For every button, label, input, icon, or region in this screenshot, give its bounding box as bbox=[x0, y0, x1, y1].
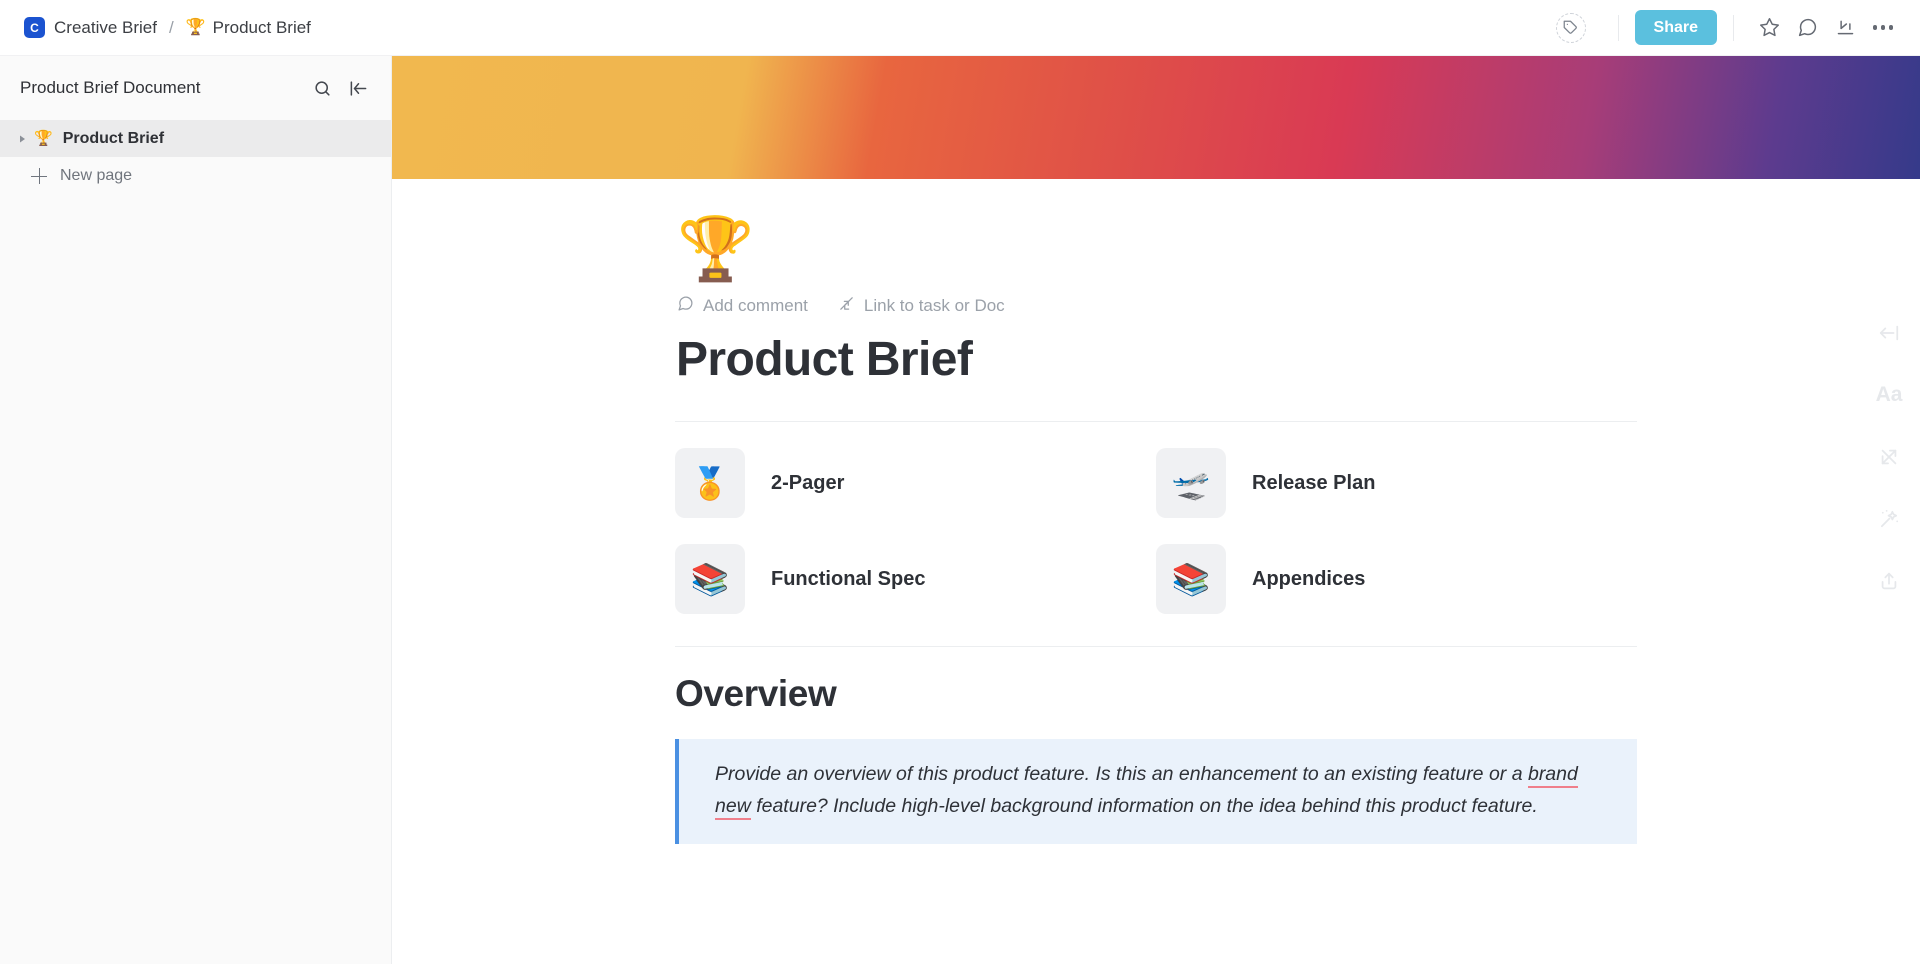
star-icon[interactable] bbox=[1750, 9, 1788, 47]
books-icon: 📚 bbox=[675, 544, 745, 615]
card-label: 2-Pager bbox=[771, 471, 845, 494]
document-action-row: Add comment Link to task or Doc bbox=[677, 295, 1637, 317]
add-comment-label: Add comment bbox=[703, 296, 808, 315]
trophy-icon: 🏆 bbox=[185, 18, 206, 36]
overview-callout[interactable]: Provide an overview of this product feat… bbox=[675, 739, 1637, 845]
link-to-task-button[interactable]: Link to task or Doc bbox=[838, 295, 1005, 317]
sidebar-title: Product Brief Document bbox=[20, 78, 201, 97]
divider bbox=[1617, 14, 1619, 41]
card-release-plan[interactable]: 🛫 Release Plan bbox=[1156, 448, 1637, 519]
medal-icon: 🏅 bbox=[675, 448, 745, 519]
trophy-icon: 🏆 bbox=[34, 130, 53, 147]
airplane-departure-icon: 🛫 bbox=[1156, 448, 1226, 519]
relationships-icon[interactable] bbox=[1876, 444, 1902, 470]
more-options-icon[interactable] bbox=[1864, 9, 1902, 47]
overview-callout-text: Provide an overview of this product feat… bbox=[715, 759, 1611, 822]
sidebar-item-label: Product Brief bbox=[62, 129, 165, 147]
breadcrumb-page[interactable]: 🏆 Product Brief bbox=[186, 18, 311, 38]
expand-width-icon[interactable] bbox=[1876, 320, 1902, 346]
ai-magic-wand-icon[interactable] bbox=[1876, 506, 1902, 532]
new-page-button[interactable]: New page bbox=[0, 157, 391, 195]
plus-icon bbox=[31, 168, 47, 184]
typography-icon[interactable]: Aa bbox=[1875, 382, 1903, 408]
divider bbox=[1733, 14, 1734, 41]
link-to-task-label: Link to task or Doc bbox=[863, 296, 1005, 315]
document-area: 🏆 Add comment Link to task or Doc Produc… bbox=[392, 56, 1920, 964]
breadcrumb-separator: / bbox=[168, 17, 174, 37]
collapse-sidebar-icon[interactable] bbox=[347, 77, 369, 99]
callout-text-part2: feature? Include high-level background i… bbox=[750, 794, 1538, 817]
more-options-dots bbox=[1872, 25, 1894, 30]
card-label: Functional Spec bbox=[771, 567, 926, 590]
sidebar-header: Product Brief Document bbox=[0, 56, 391, 120]
sidebar-header-actions bbox=[311, 77, 369, 99]
document-cover-emoji[interactable]: 🏆 bbox=[677, 219, 1637, 281]
share-button[interactable]: Share bbox=[1634, 9, 1717, 46]
page-title[interactable]: Product Brief bbox=[676, 332, 1637, 387]
divider bbox=[675, 646, 1637, 648]
document-cover-banner[interactable] bbox=[392, 56, 1920, 179]
books-icon: 📚 bbox=[1156, 544, 1226, 615]
document-body: 🏆 Add comment Link to task or Doc Produc… bbox=[675, 179, 1637, 845]
card-label: Release Plan bbox=[1252, 471, 1376, 494]
space-avatar-chip: C bbox=[24, 17, 45, 38]
callout-text-part1: Provide an overview of this product feat… bbox=[715, 763, 1528, 786]
search-icon[interactable] bbox=[311, 77, 333, 99]
breadcrumb-page-label: Product Brief bbox=[212, 17, 311, 37]
card-functional-spec[interactable]: 📚 Functional Spec bbox=[675, 544, 1156, 615]
breadcrumb-space-label: Creative Brief bbox=[54, 17, 157, 37]
comment-bubble-icon[interactable] bbox=[1788, 9, 1826, 47]
divider bbox=[675, 421, 1637, 423]
add-comment-button[interactable]: Add comment bbox=[677, 295, 808, 317]
linked-docs-grid: 🏅 2-Pager 🛫 Release Plan 📚 Functional Sp… bbox=[675, 448, 1637, 615]
share-export-icon[interactable] bbox=[1876, 568, 1902, 594]
collapse-down-arrow-icon[interactable] bbox=[1826, 9, 1864, 47]
new-page-label: New page bbox=[60, 167, 133, 184]
sidebar-item-product-brief[interactable]: 🏆 Product Brief bbox=[0, 120, 391, 157]
typography-label: Aa bbox=[1875, 383, 1903, 406]
card-2-pager[interactable]: 🏅 2-Pager bbox=[675, 448, 1156, 519]
comment-bubble-icon bbox=[677, 295, 694, 317]
top-bar-actions: Share bbox=[1555, 9, 1920, 47]
breadcrumb: C Creative Brief / 🏆 Product Brief bbox=[0, 17, 311, 38]
link-task-icon bbox=[838, 295, 855, 317]
section-heading-overview[interactable]: Overview bbox=[675, 673, 1637, 715]
tag-icon[interactable] bbox=[1555, 12, 1586, 43]
sidebar: Product Brief Document 🏆 Product Brief N… bbox=[0, 56, 392, 964]
breadcrumb-space[interactable]: C Creative Brief bbox=[24, 17, 157, 38]
card-label: Appendices bbox=[1252, 567, 1366, 590]
top-bar: C Creative Brief / 🏆 Product Brief Share bbox=[0, 0, 1920, 56]
card-appendices[interactable]: 📚 Appendices bbox=[1156, 544, 1637, 615]
chevron-right-icon[interactable] bbox=[14, 135, 30, 143]
